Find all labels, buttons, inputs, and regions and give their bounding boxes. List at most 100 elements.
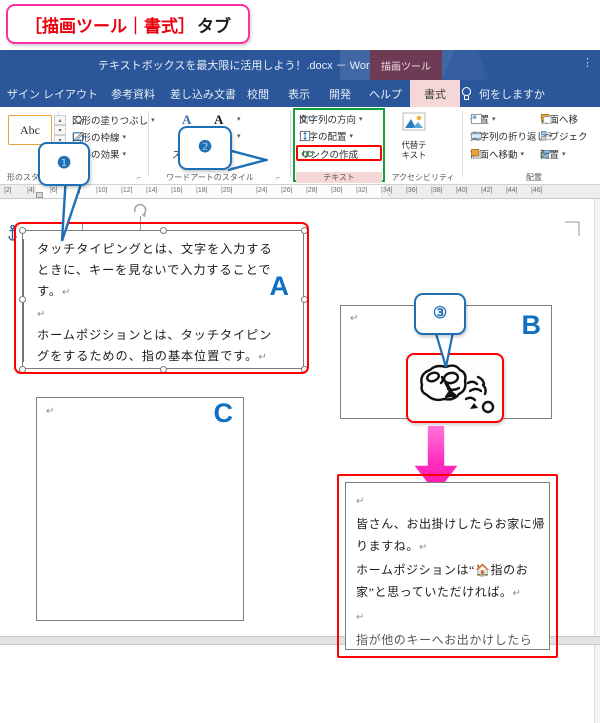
group-label-arrange: 配置 [526, 173, 542, 182]
tab-developer[interactable]: 開発 [322, 80, 358, 107]
resize-handle-middle-left[interactable] [18, 295, 26, 303]
ruler-tick-20: |20| [221, 187, 233, 194]
callout-1: ❶ [38, 142, 90, 186]
textbox-a-line-5: グをするための、指の基本位置です。↵ [37, 349, 268, 363]
label-letter-b: B [521, 310, 542, 340]
chevron-down-icon: ▾ [520, 151, 525, 158]
chevron-down-icon: ▾ [492, 116, 496, 123]
ruler-tick-4: |4| [27, 187, 35, 194]
align-text-button[interactable]: 文字の配置 ▾ [299, 129, 353, 143]
chevron-down-icon: ▾ [122, 151, 127, 158]
horizontal-ruler[interactable]: |2||4||6||8||10||12||14||16||18||20||24|… [0, 185, 600, 199]
ruler-tick-10: |10| [96, 187, 108, 194]
resize-handle-bottom-right[interactable] [300, 365, 308, 373]
alt-text-button[interactable]: 代替テ キスト [397, 111, 431, 160]
label-letter-c: C [213, 398, 234, 428]
callout-1-number: ❶ [56, 155, 72, 172]
resize-handle-top-left[interactable] [18, 226, 26, 234]
callout-3-number: ③ [432, 305, 448, 322]
textbox-a-line-2: ときに、キーを見ないで入力することで [37, 263, 272, 277]
send-backward-icon [541, 113, 552, 124]
wordart-dialog-launcher[interactable]: ⌐ [276, 175, 280, 182]
ribbon-separator [462, 111, 463, 177]
align-objects-button[interactable]: 配置 ▾ [540, 147, 566, 161]
bring-forward-button[interactable]: 前面へ移動 ▾ [470, 147, 524, 161]
margin-corner-top-right-icon [565, 221, 580, 236]
wordart-gallery-more-icon[interactable]: ▾ [237, 115, 241, 123]
chevron-down-icon: ▾ [122, 134, 127, 141]
ruler-tick-18: |18| [196, 187, 208, 194]
tab-layout[interactable]: レイアウト [36, 80, 105, 107]
textbox-a-line-3: す。↵ [37, 284, 72, 298]
tab-review[interactable]: 校閲 [240, 80, 276, 107]
tab-mailings[interactable]: 差し込み文書 [163, 80, 243, 107]
selection-pane-button[interactable]: オブジェク [540, 129, 588, 143]
ruler-tick-40: |40| [456, 187, 468, 194]
ruler-tick-32: |32| [356, 187, 368, 194]
right-indent-marker[interactable] [381, 191, 391, 198]
send-backward-button[interactable]: 背面へ移 [540, 112, 578, 126]
ruler-tick-12: |12| [121, 187, 133, 194]
object-anchor-icon [8, 225, 17, 241]
tell-me-placeholder: 何をしますか [479, 88, 545, 101]
ruler-tick-16: |16| [171, 187, 183, 194]
align-text-icon [299, 130, 311, 142]
resize-handle-top-right[interactable] [300, 226, 308, 234]
textbox-d-highlight [337, 474, 558, 658]
create-link-button[interactable]: リンクの作成 [301, 147, 358, 161]
alt-text-line1: 代替テ [401, 140, 427, 150]
callout-2-tail [228, 148, 268, 172]
tab-format[interactable]: 書式 [410, 80, 460, 107]
callout-2-number: ❷ [197, 139, 213, 156]
tell-me-search[interactable]: 何をしますか [460, 80, 545, 107]
create-link-icon [301, 151, 314, 157]
resize-handle-bottom-center[interactable] [159, 365, 167, 373]
svg-text:A: A [306, 114, 312, 123]
shape-styles-dialog-launcher[interactable]: ⌐ [137, 175, 141, 182]
chevron-down-icon: ▾ [359, 116, 363, 123]
resize-handle-bottom-left[interactable] [18, 365, 26, 373]
window-more-icon[interactable]: ⋮ [582, 56, 594, 69]
alt-text-line2: キスト [401, 150, 427, 160]
ruler-tick-2: |2| [4, 187, 12, 194]
title-bar: テキストボックスを最大限に活用しよう！.docx － Word 描画ツール ⋮ [0, 50, 600, 80]
callout-2: ❷ [178, 126, 232, 170]
ribbon-tab-strip: ザイン レイアウト 参考資料 差し込み文書 校閲 表示 開発 ヘルプ 書式 何を… [0, 80, 600, 107]
position-button[interactable]: 位置 ▾ [470, 112, 496, 126]
resize-handle-top-center[interactable] [159, 226, 167, 234]
gallery-scroll-up-button[interactable]: ▴ [54, 115, 66, 125]
resize-handle-middle-right[interactable] [300, 295, 308, 303]
word-application-window: テキストボックスを最大限に活用しよう！.docx － Word 描画ツール ⋮ … [0, 50, 600, 723]
shape-style-swatch[interactable]: Abc [8, 115, 52, 145]
textbox-c[interactable]: ↵ C [36, 397, 244, 621]
callout-3: ③ [414, 293, 466, 335]
group-label-accessibility: アクセシビリティ [391, 173, 455, 182]
banner-black-text: タブ [197, 16, 231, 36]
gallery-scroll-down-button[interactable]: ▾ [54, 125, 66, 135]
rotation-handle-stem [140, 216, 141, 230]
ruler-tick-28: |28| [306, 187, 318, 194]
pilcrow-icon: ↵ [46, 406, 55, 417]
ruler-tick-26: |26| [281, 187, 293, 194]
document-canvas[interactable]: タッチタイピングとは、文字を入力する ときに、キーを見ないで入力することで す。… [0, 199, 600, 723]
wordart-text-effects-icon[interactable]: ▾ [237, 132, 241, 140]
pilcrow-icon: ↵ [61, 287, 72, 298]
group-label-text: テキスト [323, 173, 355, 182]
tab-help[interactable]: ヘルプ [362, 80, 409, 107]
text-direction-button[interactable]: A 文字列の方向 ▾ [299, 112, 363, 126]
shape-fill-button[interactable]: 図形の塗りつぶし ▾ [72, 113, 155, 127]
pilcrow-icon: ↵ [350, 313, 359, 324]
textbox-a[interactable]: タッチタイピングとは、文字を入力する ときに、キーを見ないで入力することで す。… [22, 230, 304, 369]
ruler-tick-46: |46| [531, 187, 543, 194]
ruler-tick-38: |38| [431, 187, 443, 194]
ribbon-separator [290, 111, 291, 177]
ruler-tick-36: |36| [406, 187, 418, 194]
pilcrow-icon: ↵ [37, 309, 47, 320]
selection-pane-icon [541, 131, 552, 141]
align-objects-icon [541, 149, 551, 159]
tab-references[interactable]: 参考資料 [104, 80, 162, 107]
label-letter-a: A [269, 271, 290, 301]
tab-view[interactable]: 表示 [281, 80, 317, 107]
contextual-tool-label: 描画ツール [370, 50, 442, 80]
chevron-down-icon: ▾ [562, 151, 566, 158]
